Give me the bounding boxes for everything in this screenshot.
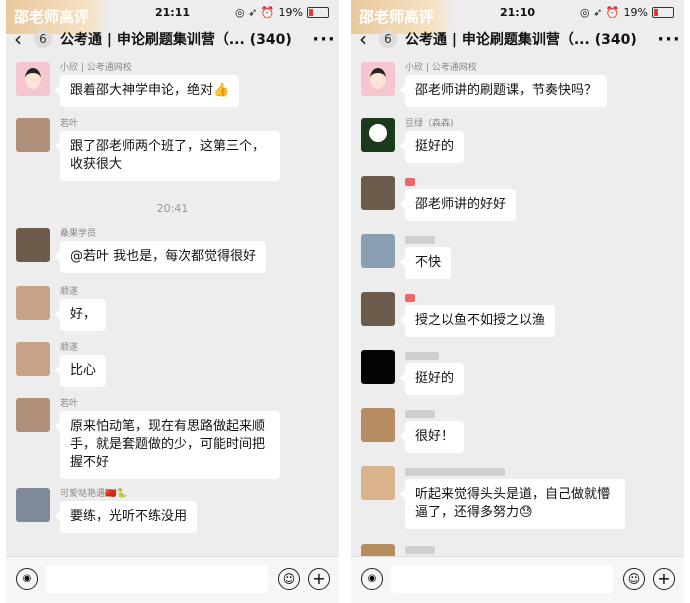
message-bubble[interactable]: 跟着邵大神学申论，绝对👍 [54, 75, 240, 107]
voice-icon[interactable]: ◉ [16, 568, 38, 590]
sender-name-blurred [405, 408, 464, 421]
emoji-icon[interactable]: ☺ [623, 568, 645, 590]
avatar-brown[interactable] [16, 286, 50, 320]
sender-name: 豆绿（森森) [405, 119, 454, 129]
sender-name-blurred [405, 176, 516, 189]
message-item: 授之以鱼不如授之以渔 [361, 292, 556, 337]
back-arrow-icon[interactable]: ‹ [359, 29, 379, 49]
sender-name-blurred [405, 350, 464, 363]
chat-header: ‹ 6 公考通 | 申论刷题集训营（... (340) ··· [351, 24, 684, 54]
message-item: 顺遂比心 [16, 342, 107, 387]
emoji-icon[interactable]: ☺ [278, 568, 300, 590]
avatar-girl-dark[interactable] [361, 176, 395, 210]
sender-name: 若叶 [60, 399, 79, 409]
battery-percent: 19% [623, 6, 648, 19]
message-item: 若叶原来怕动笔，现在有思路做起来顺手，就是套题做的少，可能时间把握不好 [16, 398, 280, 479]
message-item: 不快 [361, 234, 452, 279]
chat-title: 公考通 | 申论刷题集训营（... (340) [405, 32, 637, 48]
message-list[interactable]: 小欣 | 公考通网校邵老师讲的刷题课，节奏快吗？ 豆绿（森森) 挺好的 邵老师讲的… [351, 56, 684, 557]
avatar-sea[interactable] [361, 234, 395, 268]
status-icons: ◎ ➶ ⏰ [580, 6, 620, 19]
message-bubble[interactable]: 很好！ [399, 421, 465, 453]
chat-header: ‹ 6 公考通 | 申论刷题集训营（... (340) ··· [6, 24, 339, 54]
message-bubble[interactable]: 邵老师讲的刷题课，节奏快吗？ [399, 75, 608, 107]
battery-icon [307, 7, 329, 18]
sender-name: 可爱哒艳遇🇨🇳🐍 [60, 489, 128, 499]
message-bubble[interactable]: @若叶 我也是，每次都觉得很好 [54, 241, 267, 273]
message-bubble[interactable]: 原来怕动笔，现在有思路做起来顺手，就是套题做的少，可能时间把握不好 [55, 411, 280, 479]
avatar-pink-cartoon[interactable] [361, 62, 395, 96]
sender-name: 桑果学员 [60, 229, 97, 239]
message-bubble[interactable]: 挺好的 [399, 131, 465, 163]
avatar-panda[interactable] [361, 118, 395, 152]
unread-badge[interactable]: 6 [379, 30, 397, 48]
input-bar: ◉ ☺ + [6, 556, 339, 603]
avatar-black[interactable] [361, 350, 395, 384]
sender-name: 小欣 | 公考通网校 [60, 63, 132, 73]
time-separator: 20:41 [156, 202, 189, 215]
avatar-brown[interactable] [16, 342, 50, 376]
message-bubble[interactable]: 跟了邵老师两个班了，这第三个，收获很大 [55, 131, 280, 181]
message-bubble[interactable]: 邵老师讲的好好 [399, 189, 517, 221]
sender-name: 顺遂 [60, 287, 79, 297]
avatar-anime[interactable] [361, 408, 395, 442]
message-bubble[interactable]: 听起来觉得头头是道，自己做就懵逼了，还得多努力😓 [400, 479, 625, 529]
avatar-pink-cartoon[interactable] [16, 62, 50, 96]
message-list[interactable]: 小欣 | 公考通网校 跟着邵大神学申论，绝对👍 若叶 跟了邵老师两个班了，这第三个，… [6, 56, 339, 557]
avatar-man[interactable] [16, 488, 50, 522]
plus-icon[interactable]: + [308, 568, 330, 590]
message-item: 可爱哒艳遇🇨🇳🐍 要练，光听不练没用 [16, 488, 198, 533]
battery-percent: 19% [278, 6, 303, 19]
back-arrow-icon[interactable]: ‹ [14, 29, 34, 49]
message-item: 小欣 | 公考通网校跟着邵大神学申论，绝对👍 [16, 62, 240, 107]
message-bubble[interactable]: 比心 [54, 355, 107, 387]
message-item: 小欣 | 公考通网校邵老师讲的刷题课，节奏快吗？ [361, 62, 608, 107]
status-icons: ◎ ➶ ⏰ [235, 6, 275, 19]
avatar-girl-dark[interactable] [361, 292, 395, 326]
message-item: 豆绿（森森) 挺好的 [361, 118, 465, 163]
avatar-dog[interactable] [16, 398, 50, 432]
message-item: 顺遂好， [16, 286, 107, 331]
more-options-icon[interactable]: ··· [309, 29, 339, 50]
message-bubble[interactable]: 好， [54, 299, 107, 331]
message-item: 听起来觉得头头是道，自己做就懵逼了，还得多努力😓 [361, 466, 625, 529]
sender-name: 若叶 [60, 119, 79, 129]
voice-icon[interactable]: ◉ [361, 568, 383, 590]
message-item: 很好！ [361, 408, 465, 453]
input-bar: ◉ ☺ + [351, 556, 684, 603]
message-bubble[interactable]: 要练，光听不练没用 [54, 501, 198, 533]
message-bubble[interactable]: 挺好的 [399, 363, 465, 395]
unread-badge[interactable]: 6 [34, 30, 52, 48]
avatar-girl[interactable] [16, 228, 50, 262]
message-input[interactable] [46, 565, 268, 593]
sender-name: 小欣 | 公考通网校 [405, 63, 477, 73]
battery-icon [652, 7, 674, 18]
avatar-face[interactable] [361, 466, 395, 500]
message-item: 桑果学员 @若叶 我也是，每次都觉得很好 [16, 228, 267, 273]
chat-title: 公考通 | 申论刷题集训营（... (340) [60, 32, 292, 48]
message-input[interactable] [391, 565, 613, 593]
more-options-icon[interactable]: ··· [654, 29, 684, 50]
plus-icon[interactable]: + [653, 568, 675, 590]
message-item: 若叶跟了邵老师两个班了，这第三个，收获很大 [16, 118, 280, 181]
avatar-dog[interactable] [16, 118, 50, 152]
message-item: 挺好的 [361, 350, 465, 395]
sender-name-blurred [405, 466, 625, 479]
chat-screen-right: 21:10 ◎ ➶ ⏰ 19% 邵老师高评 ‹ 6 公考通 | 申论刷题集训营（… [351, 0, 684, 603]
sender-name-blurred [405, 292, 555, 305]
message-item: 邵老师讲的好好 [361, 176, 517, 221]
message-bubble[interactable]: 不快 [399, 247, 452, 279]
message-bubble[interactable]: 授之以鱼不如授之以渔 [399, 305, 556, 337]
sender-name: 顺遂 [60, 343, 79, 353]
sender-name-blurred [405, 234, 451, 247]
chat-screen-left: 21:11 ◎ ➶ ⏰ 19% 邵老师高评 ‹ 6 公考通 | 申论刷题集训营（… [6, 0, 339, 603]
